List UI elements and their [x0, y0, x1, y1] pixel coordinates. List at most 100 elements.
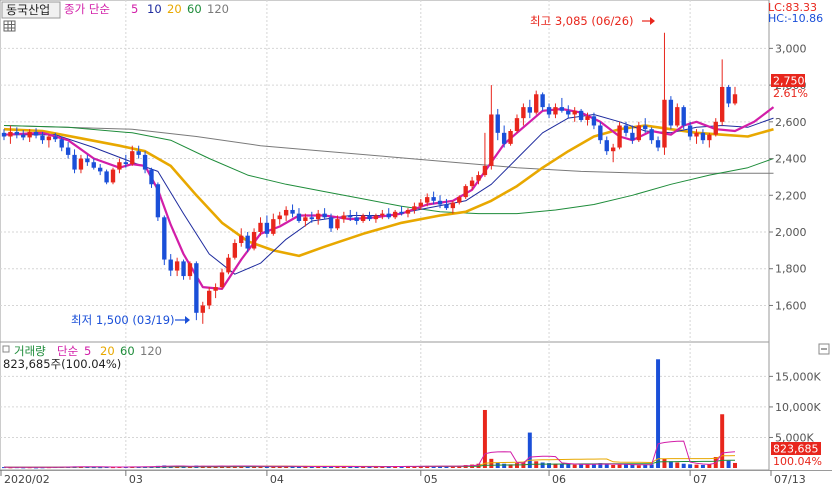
candle-body	[540, 94, 545, 108]
candle-body	[341, 215, 347, 220]
candle-body	[232, 243, 238, 258]
candlestick-chart: 1,6001,8002,0002,2002,4002,6002,8003,000…	[0, 0, 832, 486]
candle-body	[296, 213, 302, 221]
candle-body	[162, 217, 167, 260]
candle-body	[219, 272, 225, 288]
volume-axis: 5,000K10,000K15,000K	[769, 370, 821, 444]
candle-body	[27, 131, 32, 138]
candle-body	[168, 259, 173, 271]
candle-body	[239, 235, 244, 244]
collapse-icon[interactable]	[818, 343, 830, 355]
ma60-label: 60	[187, 2, 202, 16]
candle-body	[59, 139, 64, 148]
candle-body	[425, 197, 430, 203]
volume-bar	[630, 464, 635, 468]
candle-body	[303, 217, 308, 221]
candle-body	[322, 213, 327, 218]
candle-body	[155, 184, 161, 218]
candle-body	[367, 215, 372, 220]
volume-bar	[643, 464, 648, 468]
candle-body	[566, 110, 571, 115]
candle-body	[412, 206, 417, 210]
volume-tick-label: 15,000K	[775, 370, 821, 383]
candle-body	[636, 125, 641, 141]
candle	[578, 108, 584, 122]
candle-body	[495, 114, 500, 133]
candle-body	[187, 263, 193, 277]
candle-body	[373, 215, 379, 220]
volume-bar	[656, 359, 661, 468]
candle-body	[78, 158, 84, 170]
candle-body	[527, 107, 532, 113]
candle-body	[623, 125, 629, 133]
candle-body	[469, 180, 475, 187]
volume-badge-pct: 100.04%	[773, 455, 822, 468]
candle-body	[643, 125, 648, 130]
candle-body	[264, 222, 270, 234]
candle-body	[283, 209, 289, 216]
price-tick-label: 2,400	[775, 153, 807, 166]
candle	[194, 261, 199, 321]
volume-ma20-label: 20	[100, 344, 115, 358]
candle-body	[559, 107, 565, 111]
candle-body	[534, 94, 539, 113]
volume-bar	[566, 464, 571, 468]
candle-body	[142, 154, 148, 170]
candle-body	[207, 290, 212, 306]
candle-body	[104, 171, 109, 183]
candle-body	[72, 154, 77, 170]
price-tick-label: 1,600	[775, 299, 807, 312]
candle-body	[251, 232, 257, 249]
volume-bar	[636, 465, 641, 468]
candle-body	[1, 132, 7, 137]
candle-body	[194, 263, 199, 313]
volume-bar	[624, 464, 628, 468]
candle-body	[508, 131, 513, 144]
time-tick-label: 07/13	[774, 473, 806, 486]
candle-body	[610, 147, 616, 152]
price-panel	[0, 0, 770, 343]
grid-icon[interactable]	[3, 20, 16, 32]
candle-body	[328, 217, 334, 229]
volume-bar	[585, 464, 590, 468]
candle-body	[380, 213, 385, 216]
candle-body	[110, 169, 116, 183]
candle-body	[117, 162, 122, 170]
time-tick-label: 03	[129, 473, 143, 486]
candle-body	[174, 261, 180, 271]
volume-bar	[688, 464, 693, 468]
candle-body	[399, 211, 404, 214]
ma5-label: 5	[131, 2, 138, 16]
candle-body	[546, 107, 552, 115]
candle-body	[348, 215, 353, 218]
high-annotation: 최고 3,085 (06/26)	[530, 14, 634, 28]
candle-body	[316, 213, 321, 220]
ma120-label: 120	[207, 2, 229, 16]
candle-body	[271, 219, 276, 234]
volume-ma60-label: 60	[120, 344, 135, 358]
candle-body	[213, 287, 218, 291]
candle-body	[719, 86, 725, 122]
stock-chart-window: 1,6001,8002,0002,2002,4002,6002,8003,000…	[0, 0, 832, 488]
candle-body	[277, 215, 282, 220]
candle-body	[694, 132, 699, 137]
volume-bar	[579, 464, 584, 468]
time-tick-label: 2020/02	[4, 473, 50, 486]
candle-body	[649, 129, 654, 141]
volume-bar	[514, 463, 519, 468]
candle-body	[700, 132, 706, 141]
candle-body	[200, 305, 205, 313]
candle-body	[85, 158, 90, 163]
candle-body	[585, 116, 590, 120]
candle-body	[290, 209, 295, 214]
price-tick-label: 2,200	[775, 189, 807, 202]
candle-body	[476, 175, 481, 181]
volume-bar	[675, 462, 680, 468]
volume-bar	[726, 460, 731, 468]
candle-body	[713, 121, 718, 135]
volume-bar	[662, 458, 667, 468]
price-tick-label: 1,800	[775, 263, 807, 276]
candle	[668, 96, 674, 130]
candle-body	[53, 136, 58, 140]
candle-body	[514, 118, 520, 131]
